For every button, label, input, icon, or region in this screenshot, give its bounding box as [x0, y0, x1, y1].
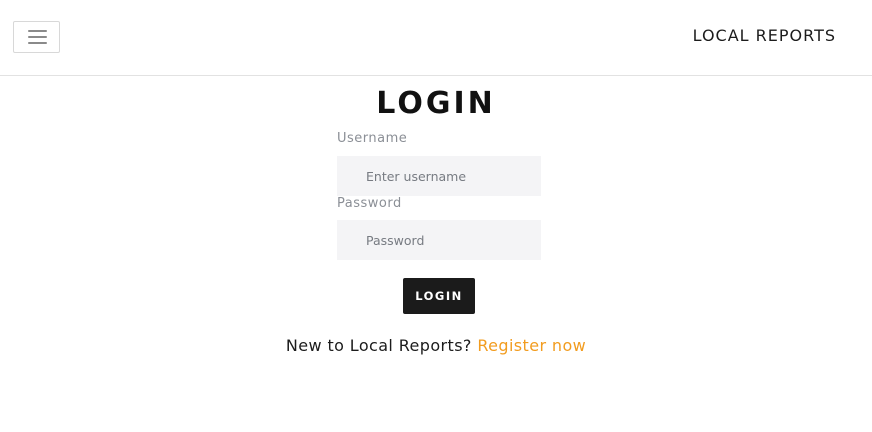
top-navbar: LOCAL REPORTS [0, 0, 872, 76]
page-title: LOGIN [376, 86, 496, 121]
password-label: Password [337, 196, 402, 211]
username-label: Username [337, 131, 408, 146]
brand-link[interactable]: LOCAL REPORTS [693, 26, 836, 45]
password-input[interactable] [337, 220, 541, 260]
login-button[interactable]: LOGIN [403, 278, 475, 314]
register-prompt: New to Local Reports? Register now [0, 336, 872, 355]
register-prompt-text: New to Local Reports? [285, 336, 472, 355]
register-now-link[interactable]: Register now [477, 336, 586, 355]
username-input[interactable] [337, 156, 541, 196]
menu-toggle-button[interactable] [13, 21, 60, 53]
